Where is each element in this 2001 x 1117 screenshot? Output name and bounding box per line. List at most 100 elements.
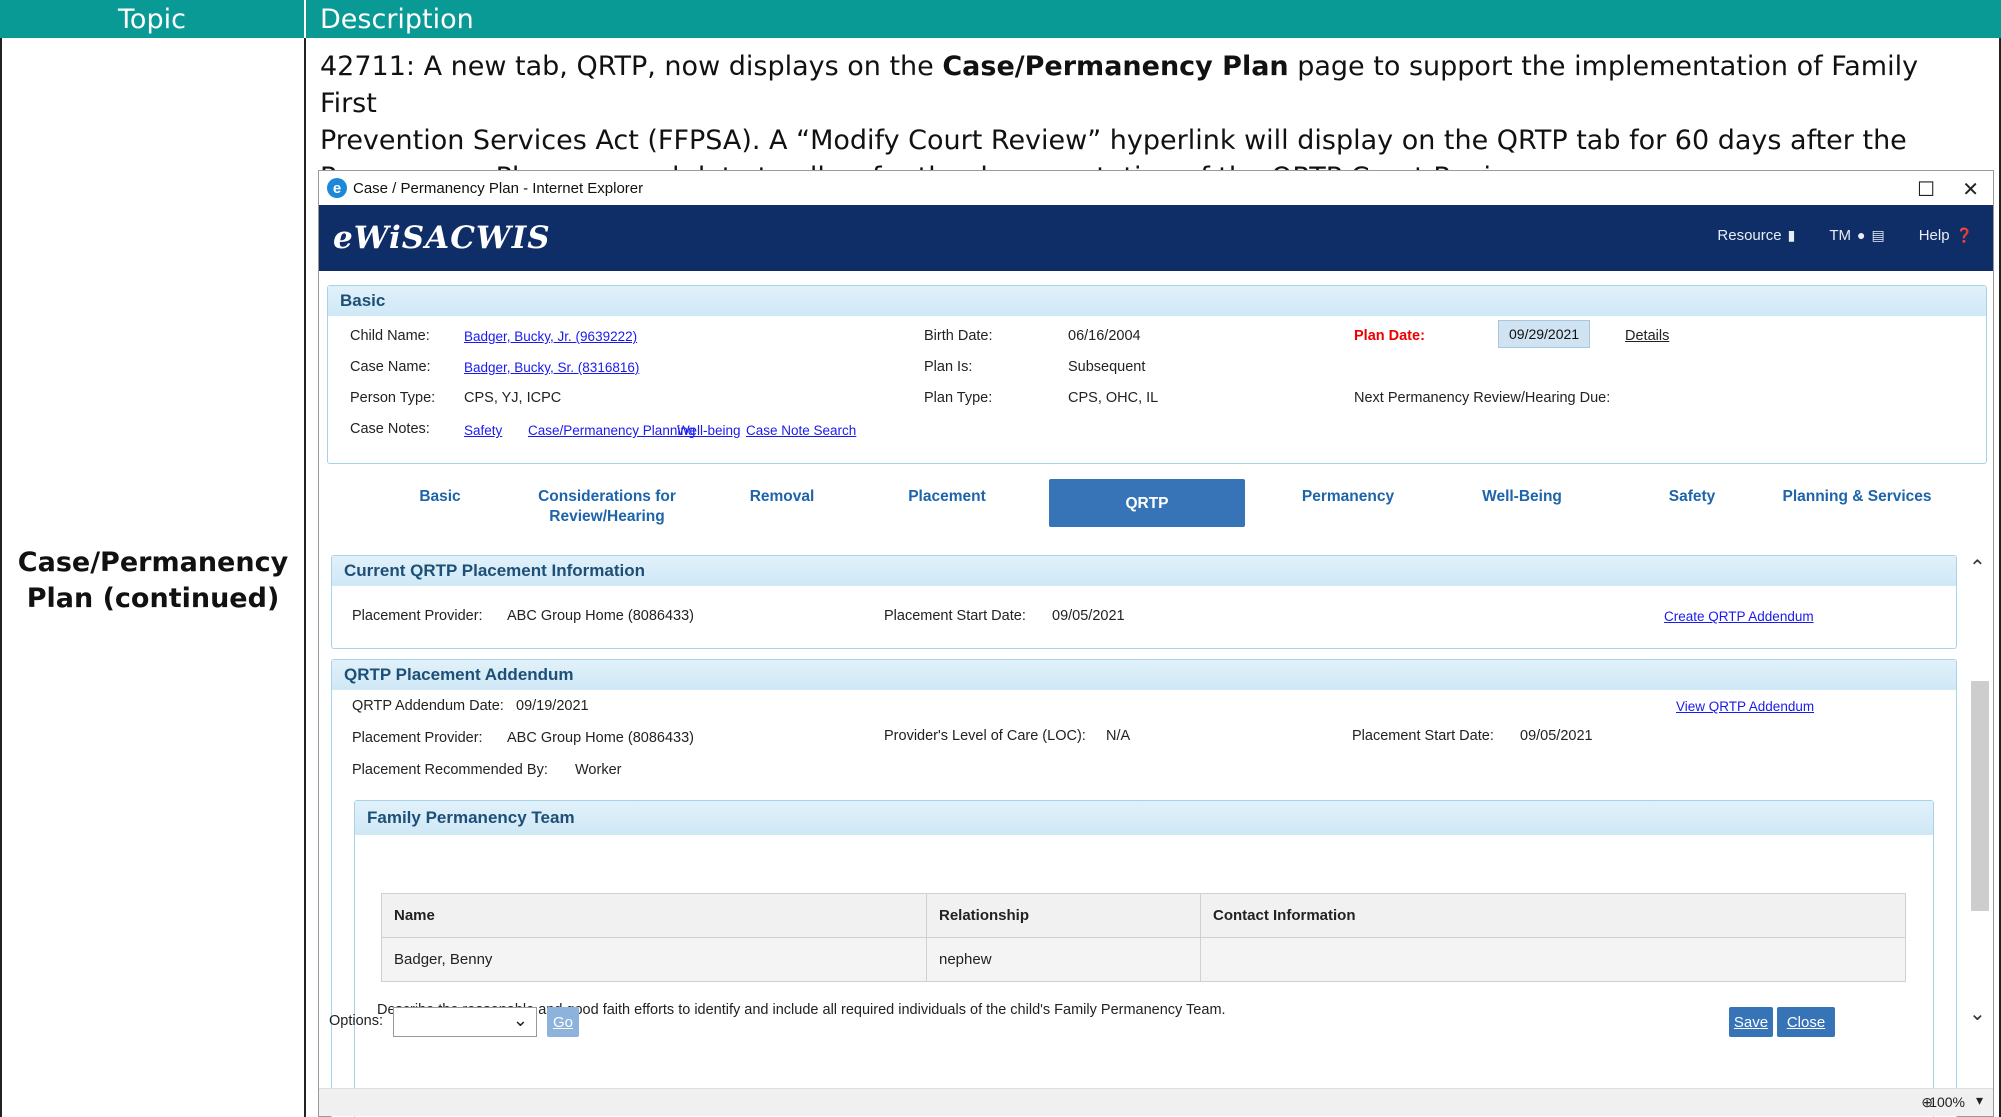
birth-date-value: 06/16/2004 bbox=[1068, 328, 1141, 344]
cell-name: Badger, Benny bbox=[381, 937, 927, 982]
team-table-header-row: Name Relationship Contact Information bbox=[381, 893, 1906, 938]
case-note-link-planning[interactable]: Case/Permanency Planning bbox=[528, 423, 695, 438]
team-table: Name Relationship Contact Information Ba… bbox=[381, 893, 1906, 982]
child-name-link[interactable]: Badger, Bucky, Jr. (9639222) bbox=[464, 329, 637, 344]
topic-cell: Case/Permanency Plan (continued) bbox=[2, 545, 304, 617]
banner-links: Resource ▮ TM ● ▤ Help ❓ bbox=[1717, 227, 1973, 244]
addendum-date-value: 09/19/2021 bbox=[516, 698, 589, 714]
book-icon: ▮ bbox=[1787, 227, 1796, 243]
qrtp-addendum-panel: QRTP Placement Addendum QRTP Addendum Da… bbox=[331, 659, 1957, 1117]
ie-window: e Case / Permanency Plan - Internet Expl… bbox=[318, 170, 1994, 1117]
tm-link[interactable]: TM ● ▤ bbox=[1829, 227, 1884, 244]
plan-is-value: Subsequent bbox=[1068, 359, 1146, 375]
plan-is-label: Plan Is: bbox=[924, 359, 973, 375]
col-relationship: Relationship bbox=[926, 893, 1201, 938]
description-line-2: Prevention Services Act (FFPSA). A “Modi… bbox=[320, 125, 1907, 156]
tab-permanency[interactable]: Permanency bbox=[1253, 487, 1443, 507]
tm-label: TM bbox=[1829, 227, 1851, 244]
close-button[interactable]: Close bbox=[1777, 1007, 1835, 1037]
maximize-icon[interactable]: ☐ bbox=[1917, 177, 1935, 202]
birth-date-label: Birth Date: bbox=[924, 328, 993, 344]
case-note-search-link[interactable]: Case Note Search bbox=[746, 423, 856, 438]
addendum-start-value: 09/05/2021 bbox=[1520, 728, 1593, 744]
window-title-bar: e Case / Permanency Plan - Internet Expl… bbox=[319, 171, 1993, 205]
options-label: Options: bbox=[329, 1013, 383, 1029]
case-notes-label: Case Notes: bbox=[350, 421, 430, 437]
cell-relationship: nephew bbox=[926, 937, 1201, 982]
resource-link[interactable]: Resource ▮ bbox=[1717, 227, 1795, 244]
tab-considerations[interactable]: Considerations for Review/Hearing bbox=[507, 487, 707, 527]
addendum-start-label: Placement Start Date: bbox=[1352, 728, 1494, 744]
topic-line-1: Case/Permanency bbox=[17, 547, 289, 578]
current-provider-value: ABC Group Home (8086433) bbox=[507, 608, 694, 624]
tab-safety[interactable]: Safety bbox=[1627, 487, 1757, 507]
tab-qrtp[interactable]: QRTP bbox=[1049, 479, 1245, 527]
app-banner: eWiSACWIS Resource ▮ TM ● ▤ Help ❓ bbox=[319, 205, 1993, 271]
plan-date-field[interactable]: 09/29/2021 bbox=[1498, 320, 1591, 348]
ie-status-bar: ⊕ 100% ▾ bbox=[319, 1088, 1993, 1116]
tab-placement[interactable]: Placement bbox=[867, 487, 1027, 507]
plan-type-value: CPS, OHC, IL bbox=[1068, 390, 1159, 406]
content-scrollbar[interactable]: ⌃ ⌄ bbox=[1967, 557, 1991, 1041]
team-panel-header: Family Permanency Team bbox=[355, 801, 1933, 835]
table-border-middle bbox=[304, 38, 306, 1117]
page-content: Basic Child Name: Badger, Bucky, Jr. (96… bbox=[319, 271, 1995, 1117]
scroll-up-icon[interactable]: ⌃ bbox=[1969, 555, 1986, 580]
close-window-icon[interactable]: ✕ bbox=[1962, 177, 1979, 202]
current-provider-label: Placement Provider: bbox=[352, 608, 483, 624]
tab-basic[interactable]: Basic bbox=[385, 487, 495, 507]
topic-line-2: Plan (continued) bbox=[26, 583, 280, 614]
chevron-down-icon: ⌄ bbox=[512, 1010, 528, 1030]
current-start-value: 09/05/2021 bbox=[1052, 608, 1125, 624]
topic-column-header: Topic bbox=[0, 0, 306, 38]
go-button[interactable]: Go bbox=[547, 1007, 579, 1037]
tab-removal[interactable]: Removal bbox=[727, 487, 837, 507]
addendum-provider-label: Placement Provider: bbox=[352, 730, 483, 746]
desc-bold: Case/Permanency Plan bbox=[942, 51, 1289, 82]
plan-tabs: Basic Considerations for Review/Hearing … bbox=[327, 479, 1987, 539]
tab-planning-services[interactable]: Planning & Services bbox=[1757, 487, 1957, 507]
recommended-by-value: Worker bbox=[575, 762, 622, 778]
details-link[interactable]: Details bbox=[1625, 328, 1669, 344]
next-review-label: Next Permanency Review/Hearing Due: bbox=[1354, 390, 1611, 406]
current-qrtp-panel: Current QRTP Placement Information Place… bbox=[331, 555, 1957, 649]
resource-label: Resource bbox=[1717, 227, 1782, 244]
options-bar: Options: ⌄ Go Save Close bbox=[319, 999, 1995, 1039]
description-column-header: Description bbox=[320, 3, 474, 35]
person-type-label: Person Type: bbox=[350, 390, 436, 406]
save-button[interactable]: Save bbox=[1729, 1007, 1773, 1037]
col-name: Name bbox=[381, 893, 927, 938]
desc-part-1: 42711: A new tab, QRTP, now displays on … bbox=[320, 51, 943, 82]
scroll-thumb[interactable] bbox=[1971, 681, 1989, 911]
table-row[interactable]: Badger, Benny nephew bbox=[381, 937, 1906, 982]
create-qrtp-addendum-link[interactable]: Create QRTP Addendum bbox=[1664, 609, 1814, 624]
child-name-label: Child Name: bbox=[350, 328, 430, 344]
qrtp-addendum-header: QRTP Placement Addendum bbox=[332, 660, 1956, 690]
current-start-label: Placement Start Date: bbox=[884, 608, 1026, 624]
print-icon: ▤ bbox=[1871, 227, 1885, 243]
brand-logo: eWiSACWIS bbox=[333, 220, 551, 256]
doc-table-header: Topic Description bbox=[0, 0, 2001, 38]
zoom-dropdown-icon[interactable]: ▾ bbox=[1976, 1092, 1983, 1109]
zoom-level[interactable]: 100% bbox=[1929, 1094, 1965, 1110]
plan-date-label: Plan Date: bbox=[1354, 328, 1425, 344]
help-link[interactable]: Help ❓ bbox=[1919, 227, 1973, 244]
addendum-provider-value: ABC Group Home (8086433) bbox=[507, 730, 694, 746]
tab-wellbeing[interactable]: Well-Being bbox=[1427, 487, 1617, 507]
globe-icon: ● bbox=[1857, 227, 1866, 243]
col-contact-information: Contact Information bbox=[1200, 893, 1906, 938]
addendum-date-label: QRTP Addendum Date: bbox=[352, 698, 504, 714]
tab-considerations-line-2: Review/Hearing bbox=[549, 508, 665, 525]
window-title: Case / Permanency Plan - Internet Explor… bbox=[353, 179, 644, 197]
case-note-link-safety[interactable]: Safety bbox=[464, 423, 502, 438]
options-select[interactable]: ⌄ bbox=[393, 1007, 537, 1037]
case-note-link-wellbeing[interactable]: Well-being bbox=[677, 423, 741, 438]
view-qrtp-addendum-link[interactable]: View QRTP Addendum bbox=[1676, 699, 1814, 714]
cell-contact bbox=[1200, 937, 1906, 982]
case-name-label: Case Name: bbox=[350, 359, 431, 375]
plan-type-label: Plan Type: bbox=[924, 390, 993, 406]
loc-label: Provider's Level of Care (LOC): bbox=[884, 728, 1086, 744]
ie-logo-icon: e bbox=[327, 178, 347, 198]
case-name-link[interactable]: Badger, Bucky, Sr. (8316816) bbox=[464, 360, 639, 375]
help-label: Help bbox=[1918, 227, 1950, 244]
